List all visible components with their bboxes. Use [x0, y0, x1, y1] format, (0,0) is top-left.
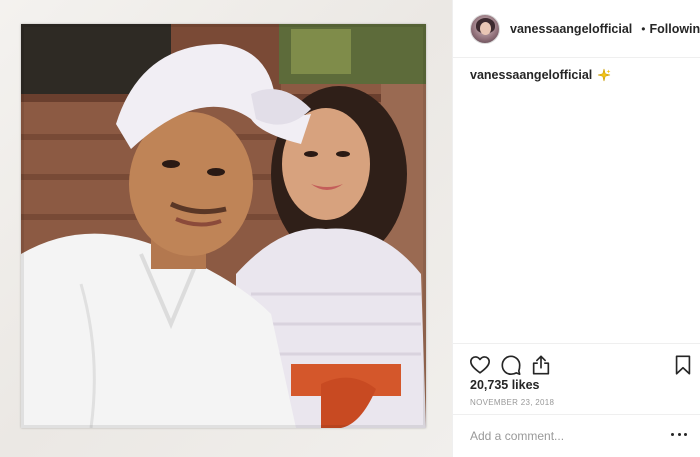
- post-caption: vanessaangelofficial: [470, 68, 611, 82]
- share-icon[interactable]: [530, 354, 552, 376]
- post-sidebar: vanessaangelofficial • Following vanessa…: [452, 0, 700, 457]
- separator-dot: •: [641, 21, 646, 36]
- heart-icon[interactable]: [469, 354, 491, 376]
- caption-username[interactable]: vanessaangelofficial: [470, 68, 592, 82]
- post-media: [0, 0, 452, 457]
- more-options-icon[interactable]: [671, 433, 687, 439]
- avatar[interactable]: [470, 13, 500, 44]
- comment-input[interactable]: [470, 429, 671, 443]
- instagram-post: vanessaangelofficial • Following vanessa…: [0, 0, 700, 457]
- post-header: vanessaangelofficial • Following: [453, 0, 700, 58]
- comment-bar: [453, 414, 700, 457]
- bookmark-icon[interactable]: [672, 354, 694, 376]
- post-date[interactable]: NOVEMBER 23, 2018: [470, 398, 554, 407]
- likes-count[interactable]: 20,735 likes: [470, 378, 540, 392]
- couple-photo-illustration: [21, 24, 426, 428]
- sparkle-emoji-icon: [598, 68, 611, 82]
- following-button[interactable]: Following: [649, 22, 700, 36]
- comment-icon[interactable]: [500, 354, 522, 376]
- post-photo[interactable]: [21, 24, 426, 428]
- header-username[interactable]: vanessaangelofficial: [510, 22, 632, 36]
- action-bar: [453, 343, 700, 383]
